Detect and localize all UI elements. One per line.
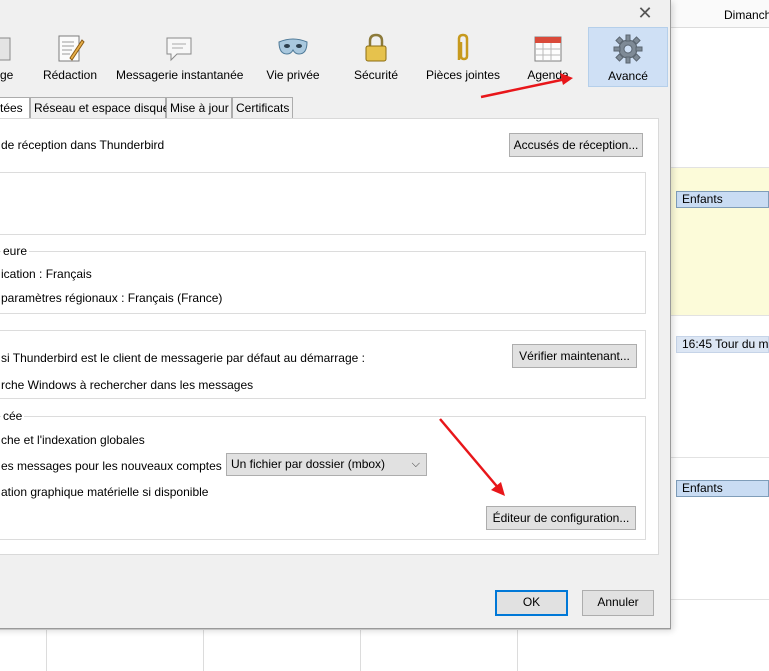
tab-certificates[interactable]: Certificats <box>232 97 293 119</box>
chevron-down-icon: ⌵ <box>411 458 420 470</box>
advanced-tab-panel: de réception dans Thunderbird Accusés de… <box>0 118 659 555</box>
pane-label: Vie privée <box>266 68 320 82</box>
pane-label: ge <box>0 68 14 82</box>
tab-network[interactable]: Réseau et espace disque <box>30 97 169 119</box>
calendar-day-cell[interactable] <box>46 630 203 671</box>
pane-general[interactable]: ge <box>0 27 16 87</box>
calendar-icon <box>534 36 562 62</box>
pane-advanced[interactable]: Avancé <box>588 27 668 87</box>
calendar-day-cell[interactable] <box>671 28 769 168</box>
config-editor-button[interactable]: Éditeur de configuration... <box>486 506 636 530</box>
pane-chat[interactable]: Messagerie instantanée <box>116 27 244 87</box>
pane-calendar[interactable]: Agenda <box>520 27 576 87</box>
pane-privacy[interactable]: Vie privée <box>258 27 328 87</box>
application-language: ication : Français <box>1 267 92 281</box>
return-receipts-button[interactable]: Accusés de réception... <box>509 133 643 157</box>
empty-groupbox <box>0 172 646 235</box>
global-index-label[interactable]: che et l'indexation globales <box>1 433 145 447</box>
pane-label: Sécurité <box>353 68 399 82</box>
regional-settings-language: paramètres régionaux : Français (France) <box>1 291 223 305</box>
calendar-event[interactable]: 16:45 Tour du mo <box>676 336 769 353</box>
pane-label: Messagerie instantanée <box>116 68 244 82</box>
pane-label: Avancé <box>608 69 648 83</box>
language-legend: eure <box>1 244 30 258</box>
windows-search-label[interactable]: rche Windows à rechercher dans les messa… <box>1 378 253 392</box>
cancel-button[interactable]: Annuler <box>582 590 654 616</box>
pane-security[interactable]: Sécurité <box>344 27 408 87</box>
gear-icon <box>613 34 643 64</box>
general-icon <box>0 37 11 61</box>
pane-label: Agenda <box>527 68 569 82</box>
calendar-bottom-row <box>0 629 671 671</box>
tab-update[interactable]: Mise à jour <box>166 97 232 119</box>
options-dialog: ✕ ge Rédaction Messagerie instantanée Vi… <box>0 0 671 629</box>
calendar-event[interactable]: Enfants <box>676 191 769 208</box>
store-type-dropdown[interactable]: Un fichier par dossier (mbox) ⌵ <box>226 453 427 476</box>
store-type-label: es messages pour les nouveaux comptes : <box>1 459 229 473</box>
hardware-acceleration-label[interactable]: ation graphique matérielle si disponible <box>1 485 208 499</box>
calendar-event[interactable]: Enfants <box>676 480 769 497</box>
paperclip-icon <box>457 33 469 61</box>
composition-icon <box>58 35 85 62</box>
verify-now-button[interactable]: Vérifier maintenant... <box>512 344 637 368</box>
pane-composition[interactable]: Rédaction <box>34 27 106 87</box>
calendar-day-cell[interactable] <box>671 600 769 671</box>
tab-general-truncated[interactable]: ctées <box>0 97 30 120</box>
pane-label: Pièces jointes <box>425 68 501 82</box>
pane-label: Rédaction <box>42 68 98 82</box>
receipts-description: de réception dans Thunderbird <box>1 138 165 152</box>
close-icon[interactable]: ✕ <box>635 3 655 23</box>
calendar-day-label: Dimanch <box>724 8 769 22</box>
calendar-day-cell[interactable] <box>360 630 517 671</box>
privacy-mask-icon <box>278 38 308 55</box>
padlock-icon <box>365 33 387 62</box>
advanced-config-legend: cée <box>1 409 25 423</box>
preferences-toolbar: ge Rédaction Messagerie instantanée Vie … <box>0 27 671 87</box>
calendar-day-cell[interactable] <box>203 630 360 671</box>
pane-attachments[interactable]: Pièces jointes <box>420 27 506 87</box>
calendar-day-cell[interactable] <box>517 630 671 671</box>
default-client-check-label[interactable]: si Thunderbird est le client de messager… <box>1 351 365 365</box>
store-type-value: Un fichier par dossier (mbox) <box>231 457 386 471</box>
ok-button[interactable]: OK <box>495 590 568 616</box>
chat-icon <box>166 37 192 62</box>
